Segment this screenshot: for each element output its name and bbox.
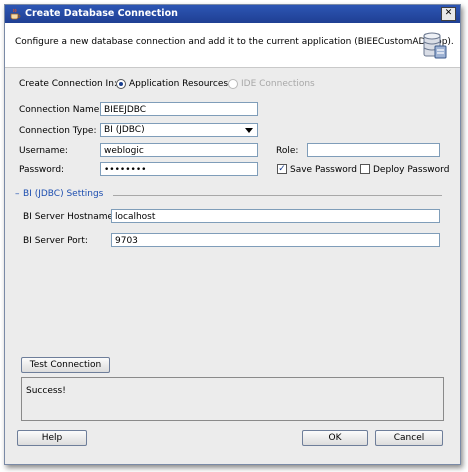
close-button[interactable]: ✕ xyxy=(441,7,456,21)
port-label: BI Server Port: xyxy=(23,236,88,246)
ide-connections-label: IDE Connections xyxy=(241,79,315,89)
role-label: Role: xyxy=(276,146,299,156)
chevron-down-icon xyxy=(245,128,253,133)
header-description: Configure a new database connection and … xyxy=(15,37,454,47)
help-button[interactable]: Help xyxy=(17,430,87,446)
connection-name-input[interactable]: BIEEJDBC xyxy=(100,102,258,116)
test-connection-button[interactable]: Test Connection xyxy=(21,357,110,373)
application-resources-label: Application Resources xyxy=(129,79,229,89)
username-input[interactable]: weblogic xyxy=(100,143,258,157)
cancel-button[interactable]: Cancel xyxy=(375,430,443,446)
save-password-checkbox[interactable]: ✓ xyxy=(277,164,287,174)
application-resources-radio[interactable] xyxy=(116,79,126,89)
connection-type-select[interactable]: BI (JDBC) xyxy=(100,123,258,137)
password-input[interactable]: •••••••• xyxy=(100,162,258,176)
deploy-password-label: Deploy Password xyxy=(373,165,450,175)
hostname-label: BI Server Hostname: xyxy=(23,212,117,222)
title-bar[interactable]: Create Database Connection ✕ xyxy=(5,5,460,23)
section-divider xyxy=(113,195,442,196)
database-icon xyxy=(423,32,447,59)
section-dash: – xyxy=(15,189,20,199)
ide-connections-radio xyxy=(228,79,238,89)
save-password-label: Save Password xyxy=(290,165,357,175)
bi-jdbc-settings-title: BI (JDBC) Settings xyxy=(23,189,104,199)
create-database-connection-dialog: Create Database Connection ✕ Configure a… xyxy=(4,4,461,465)
test-result-text: Success! xyxy=(26,386,66,396)
connection-name-label: Connection Name: xyxy=(19,105,103,115)
deploy-password-checkbox[interactable] xyxy=(360,164,370,174)
create-in-label: Create Connection In: xyxy=(19,79,117,89)
java-cup-icon xyxy=(10,8,21,20)
connection-type-label: Connection Type: xyxy=(19,126,97,136)
password-label: Password: xyxy=(19,165,65,175)
port-input[interactable]: 9703 xyxy=(111,233,440,247)
username-label: Username: xyxy=(19,146,68,156)
connection-type-value: BI (JDBC) xyxy=(104,125,145,135)
hostname-input[interactable]: localhost xyxy=(111,209,440,223)
ok-button[interactable]: OK xyxy=(302,430,368,446)
close-icon: ✕ xyxy=(444,8,453,18)
test-result-area: Success! xyxy=(21,377,444,421)
role-input[interactable] xyxy=(307,143,440,157)
header-banner: Configure a new database connection and … xyxy=(5,23,460,68)
window-title: Create Database Connection xyxy=(25,8,178,19)
